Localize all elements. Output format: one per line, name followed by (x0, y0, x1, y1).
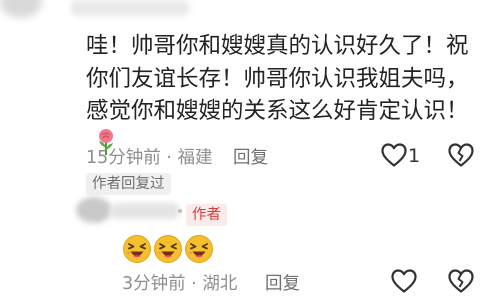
separator-dot (178, 209, 182, 213)
heart-icon[interactable] (390, 268, 418, 294)
username-blurred (70, 0, 190, 16)
comment-time-location: 15分钟前 · 福建 (86, 148, 213, 168)
previous-item-blurred (0, 0, 500, 24)
broken-heart-icon[interactable] (447, 142, 475, 168)
comment-text: 哇！帅哥你和嫂嫂真的认识好久了！祝你们友谊长存！帅哥你认识我姐夫吗，感觉你和嫂嫂… (86, 33, 469, 125)
reply-time-location: 3分钟前 · 湖北 (122, 274, 238, 294)
author-badge: 作者 (186, 204, 227, 226)
author-replied-tag[interactable]: 作者回复过 (86, 173, 171, 195)
reply-button[interactable]: 回复 (265, 270, 300, 295)
grinning-squint-emoji-icon (154, 235, 182, 263)
heart-icon[interactable] (380, 142, 408, 168)
comment-meta-row: 15分钟前 · 福建 回复 1 (0, 140, 500, 170)
reply-meta-row: 3分钟前 · 湖北 回复 (0, 266, 500, 296)
reply-avatar-blurred (76, 197, 112, 223)
reply-emoji-row (122, 234, 215, 264)
grinning-squint-emoji-icon (123, 235, 151, 263)
reply-username-blurred (110, 203, 180, 219)
avatar-blurred (0, 0, 42, 18)
grinning-squint-emoji-icon (185, 235, 213, 263)
broken-heart-icon[interactable] (447, 268, 475, 294)
reply-button[interactable]: 回复 (233, 144, 268, 169)
like-count: 1 (408, 145, 421, 167)
